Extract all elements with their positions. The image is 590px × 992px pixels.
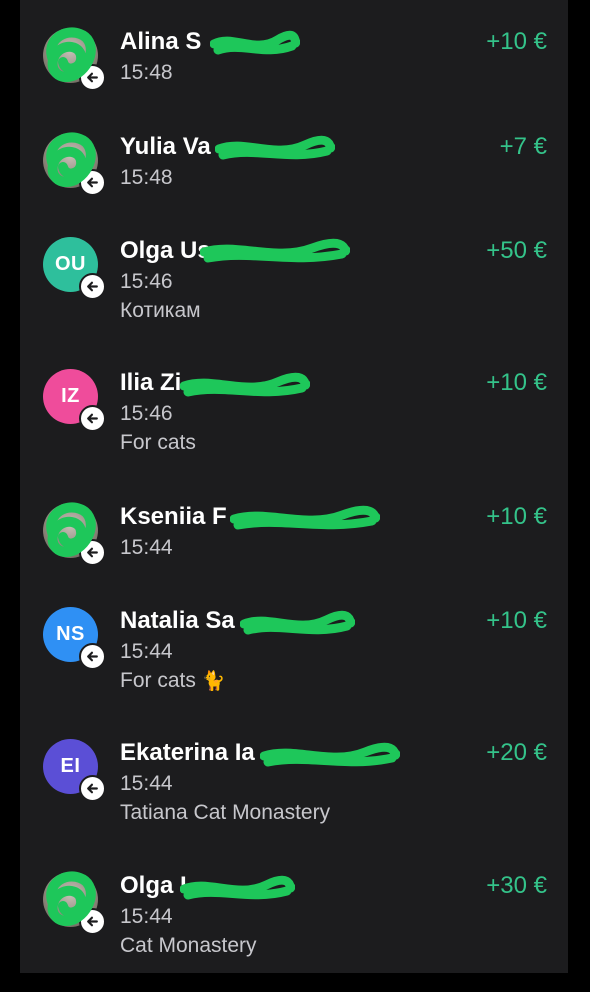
transaction-note: For cats 🐈 <box>120 669 226 693</box>
sender-name: Natalia Sa <box>120 607 235 634</box>
transaction-row[interactable]: NS Natalia Sa 15:44 For cats 🐈 +10 € <box>20 607 568 727</box>
transaction-time: 15:46 <box>120 402 173 425</box>
transaction-note: For cats <box>120 431 196 455</box>
transaction-row[interactable]: EI Ekaterina Ia 15:44 Tatiana Cat Monastery… <box>20 739 568 859</box>
transaction-note: Котикам <box>120 299 201 323</box>
incoming-badge <box>79 775 106 802</box>
transaction-amount: +30 € <box>486 872 547 899</box>
incoming-badge <box>79 539 106 566</box>
transaction-amount: +10 € <box>486 607 547 634</box>
incoming-badge <box>79 273 106 300</box>
transaction-note: Tatiana Cat Monastery <box>120 801 330 825</box>
arrow-left-icon <box>86 782 99 795</box>
transaction-time: 15:48 <box>120 166 173 189</box>
arrow-left-icon <box>86 280 99 293</box>
arrow-left-icon <box>86 71 99 84</box>
transaction-row[interactable]: OU Olga Us 15:46 Котикам +50 € <box>20 237 568 357</box>
transaction-row[interactable]: Yulia Va 15:48 +7 € <box>20 133 568 253</box>
transaction-time: 15:44 <box>120 640 173 663</box>
transaction-row[interactable]: Kseniia F 15:44 +10 € <box>20 503 568 623</box>
incoming-badge <box>79 405 106 432</box>
transaction-amount: +20 € <box>486 739 547 766</box>
transaction-time: 15:46 <box>120 270 173 293</box>
transaction-amount: +10 € <box>486 503 547 530</box>
arrow-left-icon <box>86 650 99 663</box>
sender-name: Olga Us <box>120 237 211 264</box>
note-text: For cats <box>120 669 196 692</box>
transaction-time: 15:44 <box>120 772 173 795</box>
note-text: For cats <box>120 431 196 454</box>
arrow-left-icon <box>86 546 99 559</box>
transaction-row[interactable]: Olga L 15:44 Cat Monastery +30 € <box>20 872 568 992</box>
sender-name: Kseniia F <box>120 503 227 530</box>
incoming-badge <box>79 169 106 196</box>
sender-name: Ekaterina Ia <box>120 739 255 766</box>
arrow-left-icon <box>86 412 99 425</box>
incoming-badge <box>79 908 106 935</box>
transaction-amount: +7 € <box>499 133 547 160</box>
note-text: Cat Monastery <box>120 934 257 957</box>
transaction-time: 15:44 <box>120 905 173 928</box>
sender-name: Yulia Va <box>120 133 211 160</box>
transaction-amount: +50 € <box>486 237 547 264</box>
transaction-list: Alina S 15:48 +10 € Yulia Va 15:48 +7 € OU Olga… <box>20 0 568 973</box>
transaction-time: 15:48 <box>120 61 173 84</box>
transaction-row[interactable]: IZ Ilia Zi 15:46 For cats +10 € <box>20 369 568 489</box>
incoming-badge <box>79 64 106 91</box>
sender-name: Ilia Zi <box>120 369 182 396</box>
incoming-badge <box>79 643 106 670</box>
transaction-amount: +10 € <box>486 369 547 396</box>
transaction-note: Cat Monastery <box>120 934 257 958</box>
cat-emoji-icon: 🐈 <box>201 671 226 692</box>
sender-name: Olga L <box>120 872 195 899</box>
note-text: Котикам <box>120 299 201 322</box>
transaction-amount: +10 € <box>486 28 547 55</box>
arrow-left-icon <box>86 176 99 189</box>
sender-name: Alina S <box>120 28 202 55</box>
transaction-row[interactable]: Alina S 15:48 +10 € <box>20 28 568 148</box>
transaction-time: 15:44 <box>120 536 173 559</box>
arrow-left-icon <box>86 915 99 928</box>
note-text: Tatiana Cat Monastery <box>120 801 331 824</box>
